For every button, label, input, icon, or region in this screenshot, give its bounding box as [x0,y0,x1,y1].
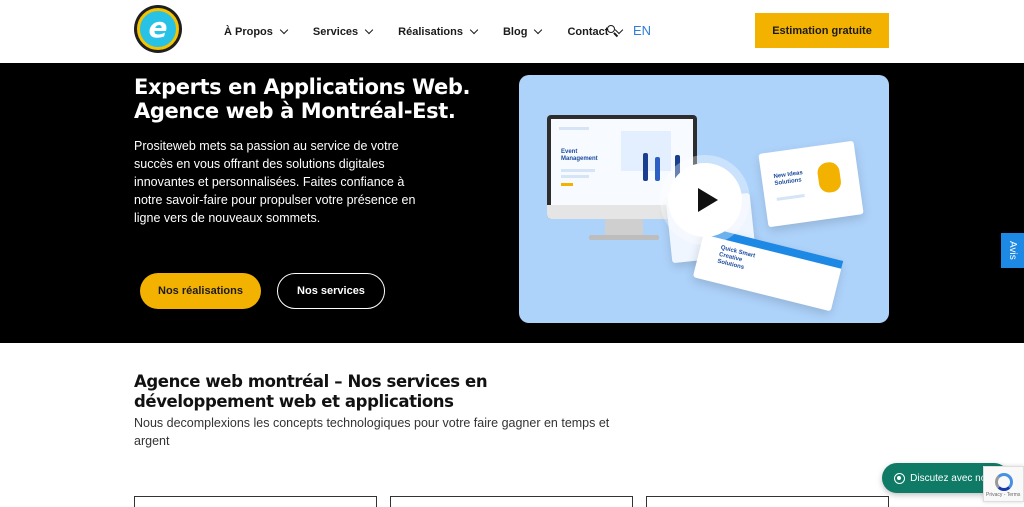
services-subtitle: Nous decomplexions les concepts technolo… [134,416,610,448]
recaptcha-icon [995,473,1013,491]
screen-button [561,183,573,186]
nav-label: À Propos [224,25,273,38]
service-card[interactable] [390,496,633,507]
chevron-down-icon [469,25,479,35]
free-estimate-button[interactable]: Estimation gratuite [755,13,889,48]
person-figure [655,157,660,181]
screen-line [561,175,589,178]
logo-letter: e [148,11,168,44]
nav-label: Contact [567,25,609,38]
play-button[interactable] [668,163,742,237]
search-icon[interactable] [607,25,619,38]
main-nav: À Propos Services Réalisations Blog Cont… [224,0,648,63]
monitor-base [589,235,659,240]
sheet-shape [816,161,843,194]
illustration-sheet: New Ideas Solutions [758,140,864,228]
nav-label: Blog [502,25,528,38]
hero-title-line1: Experts en Applications Web. [134,75,471,99]
screen-line [559,127,589,130]
illustration-sheet: Quick Smart Creative Solutions [692,226,844,312]
logo[interactable]: e [134,5,182,53]
screen-line [561,169,595,172]
chevron-down-icon [364,25,374,35]
sheet-line [776,194,805,201]
recaptcha-badge[interactable]: Privacy - Terms [983,466,1024,502]
sheet-heading: Quick Smart Creative Solutions [716,245,756,272]
service-card[interactable] [134,496,377,507]
reviews-tab[interactable]: Avis [1001,233,1024,268]
sheet-heading: New Ideas Solutions [773,170,804,188]
recaptcha-links: Privacy - Terms [986,492,1021,498]
hero-title-line2: Agence web à Montréal-Est. [134,99,456,123]
monitor-stand [605,219,643,235]
person-figure [643,153,648,181]
nav-item-blog[interactable]: Blog [502,25,543,38]
our-services-button[interactable]: Nos services [277,273,385,309]
service-card[interactable] [646,496,889,507]
whatsapp-icon [894,472,906,484]
chevron-down-icon [534,25,543,35]
nav-label: Services [312,25,359,38]
hero-title: Experts en Applications Web. Agence web … [134,75,514,123]
site-header: e À Propos Services Réalisations Blog Co… [0,0,1024,63]
chevron-down-icon [279,25,289,35]
nav-item-services[interactable]: Services [312,25,374,38]
hero-description: Prositeweb mets sa passion au service de… [134,139,416,225]
nav-item-realisations[interactable]: Réalisations [398,25,479,38]
play-icon [698,188,718,212]
screen-heading: Event Management [561,149,598,162]
our-work-button[interactable]: Nos réalisations [140,273,261,309]
language-switch[interactable]: EN [633,23,651,38]
nav-label: Réalisations [398,25,463,38]
services-title: Agence web montréal – Nos services en dé… [134,372,488,411]
page: e À Propos Services Réalisations Blog Co… [0,0,1024,507]
hero-section: Experts en Applications Web. Agence web … [0,63,1024,343]
logo-badge: e [137,8,179,50]
nav-item-a-propos[interactable]: À Propos [224,25,289,38]
